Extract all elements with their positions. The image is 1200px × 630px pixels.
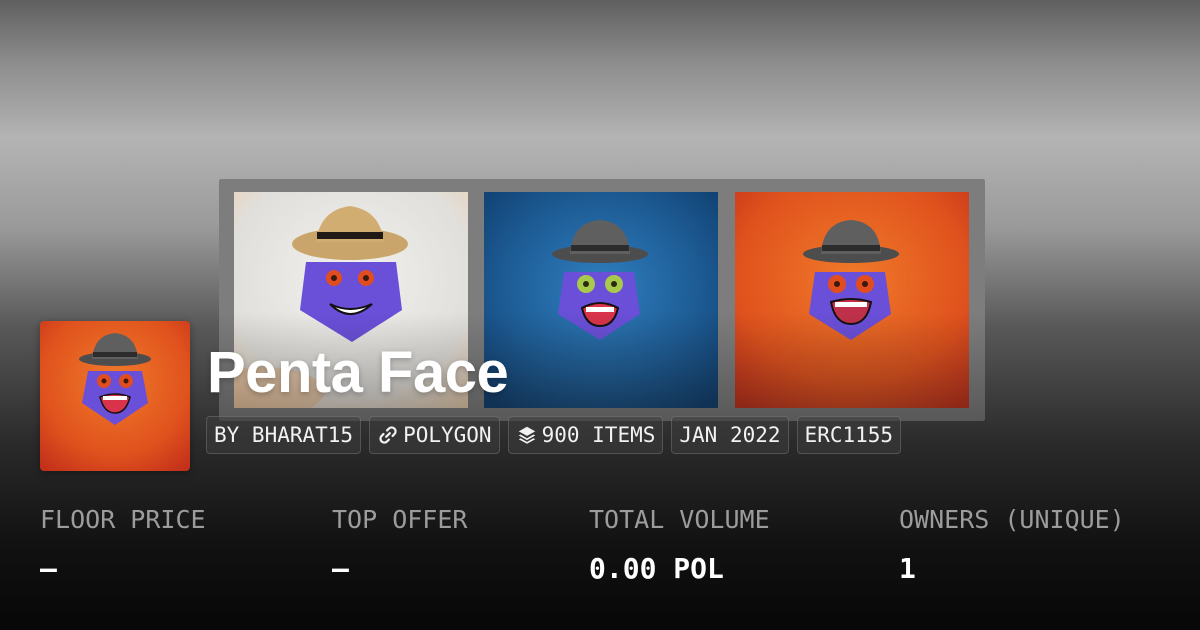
standard-label: ERC1155 <box>804 423 894 447</box>
chain-chip[interactable]: POLYGON <box>369 416 500 454</box>
stat-label: TOTAL VOLUME <box>589 505 770 534</box>
collection-title: Penta Face <box>207 340 509 405</box>
date-label: JAN 2022 <box>679 423 781 447</box>
items-label: 900 ITEMS <box>541 423 656 447</box>
creator-chip[interactable]: BY BHARAT15 <box>206 416 362 454</box>
collection-avatar <box>40 321 190 471</box>
stat-owners: OWNERS (UNIQUE) 1 <box>899 505 1125 585</box>
stat-value: 0.00 POL <box>589 552 724 585</box>
chain-label: POLYGON <box>403 423 492 447</box>
stat-label: FLOOR PRICE <box>40 505 206 534</box>
stat-total-volume: TOTAL VOLUME 0.00 POL <box>589 505 770 585</box>
stat-value: – <box>332 552 349 585</box>
link-icon <box>377 424 399 446</box>
creator-label: BY BHARAT15 <box>214 423 354 447</box>
stat-floor-price: FLOOR PRICE – <box>40 505 206 585</box>
collection-info-chips: BY BHARAT15 POLYGON 900 ITEMS JAN 2022 E… <box>206 416 902 454</box>
stat-top-offer: TOP OFFER – <box>332 505 467 585</box>
standard-chip: ERC1155 <box>796 416 902 454</box>
stat-value: – <box>40 552 57 585</box>
stat-label: TOP OFFER <box>332 505 468 534</box>
items-chip[interactable]: 900 ITEMS <box>507 416 664 454</box>
stat-label: OWNERS (UNIQUE) <box>899 505 1125 534</box>
stat-value: 1 <box>899 552 916 585</box>
date-chip: JAN 2022 <box>671 416 789 454</box>
layers-icon <box>516 424 538 446</box>
